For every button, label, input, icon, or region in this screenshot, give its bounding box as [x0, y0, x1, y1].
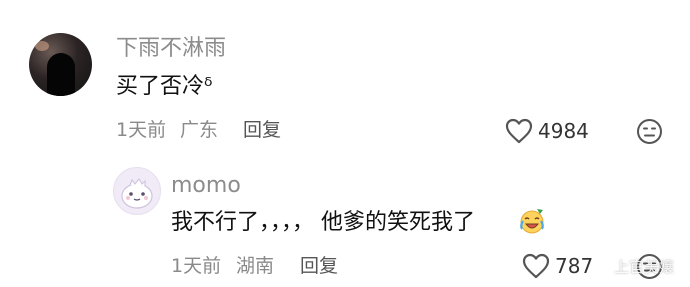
- heart-icon[interactable]: [522, 253, 550, 279]
- weibo-logo-icon: [594, 258, 612, 274]
- like-count: 787: [555, 254, 594, 278]
- reply-button[interactable]: 回复: [243, 118, 281, 142]
- comment-location: 广东: [180, 119, 219, 141]
- avatar[interactable]: [29, 33, 92, 96]
- comment-username[interactable]: momo: [171, 173, 241, 199]
- watermark: 上官美嬢: [614, 258, 675, 276]
- comment-time: 1天前: [171, 255, 222, 277]
- reply-button[interactable]: 回复: [300, 254, 338, 278]
- cartoon-avatar-icon: [121, 178, 153, 209]
- comment-location: 湖南: [236, 255, 275, 277]
- like-count: 4984: [538, 119, 589, 143]
- laughing-crying-emoji-icon: [517, 206, 547, 236]
- comment-username[interactable]: 下雨不淋雨: [116, 36, 226, 62]
- avatar-figure: [47, 53, 75, 96]
- comment-text: 买了否冷ᵟ: [116, 74, 213, 99]
- comment-text: 我不行了，，，， 他爹的笑死我了: [171, 210, 475, 235]
- avatar[interactable]: [113, 167, 161, 215]
- avatar-light-decoration: [35, 41, 49, 51]
- dislike-face-icon[interactable]: [636, 118, 663, 145]
- heart-icon[interactable]: [505, 118, 533, 144]
- comment-time: 1天前: [116, 119, 167, 141]
